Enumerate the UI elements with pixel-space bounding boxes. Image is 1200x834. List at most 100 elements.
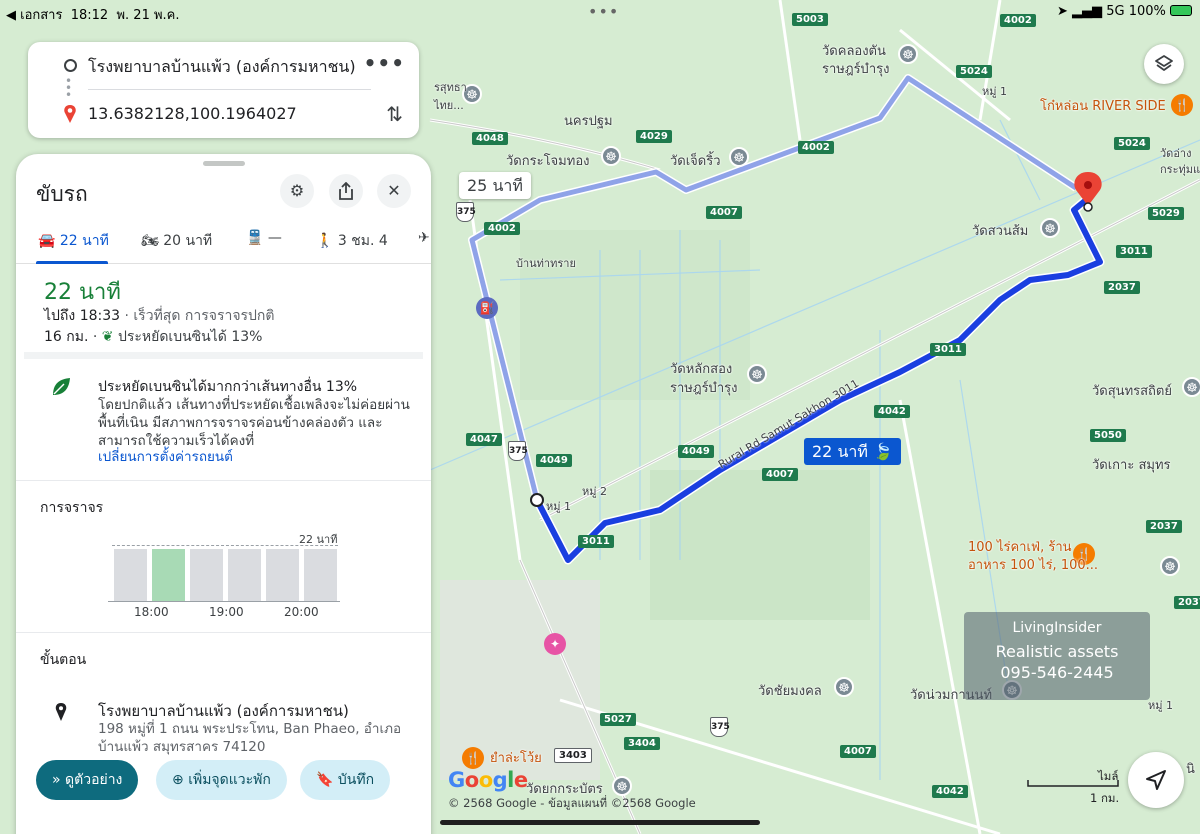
route-duration-label: 22 นาที (812, 442, 868, 461)
origin-field[interactable]: โรงพยาบาลบ้านแพ้ว (องค์การมหาชน) (88, 55, 356, 80)
tab-drive[interactable]: 🚘 22 นาที (38, 230, 109, 252)
temple-icon[interactable]: ☸ (1040, 218, 1060, 238)
preview-button[interactable]: » ดูตัวอย่าง (36, 760, 139, 800)
road-badge: 4047 (466, 433, 502, 446)
traffic-bar (228, 549, 261, 602)
gas-station-icon[interactable]: ⛽ (476, 297, 498, 319)
location-arrow-icon: ➤ (1057, 4, 1068, 19)
origin-marker[interactable] (530, 493, 544, 507)
travel-mode-tabs: 🚘 22 นาที 🏍 20 นาที 🚆 — 🚶 3 ชม. 4 ✈ (16, 218, 431, 264)
map-label: นครปฐม (564, 114, 613, 129)
tab-transit[interactable]: 🚆 — (246, 230, 282, 246)
traffic-chart (112, 546, 338, 602)
battery-icon (1170, 5, 1192, 16)
map-label: ยำล่ะโว้ย (490, 751, 542, 766)
map-attribution[interactable]: © 2568 Google - ข้อมูลแผนที่ ©2568 Googl… (448, 795, 696, 813)
save-button[interactable]: 🔖 บันทึก (300, 760, 391, 800)
temple-icon[interactable]: ☸ (1182, 377, 1200, 397)
arrival-info: ไปถึง 18:33 · เร็วที่สุด การจราจรปกติ (44, 305, 275, 327)
google-logo: Google (448, 768, 528, 792)
watermark: LivingInsider Realistic assets 095-546-2… (964, 612, 1150, 700)
road-badge: 4007 (840, 745, 876, 758)
road-badge: 4049 (678, 445, 714, 458)
layers-button[interactable] (1144, 44, 1184, 84)
map-label: วัดสวนส้ม (972, 224, 1029, 239)
navigation-arrow-icon (1146, 770, 1166, 790)
options-button[interactable]: ⚙ (280, 174, 314, 208)
connector-dots-icon: • • • (65, 74, 73, 102)
back-to-app-link[interactable]: ◀ เอกสาร (6, 8, 62, 23)
map-label: หมู่ 1 (546, 500, 571, 513)
section-divider (24, 352, 423, 359)
temple-icon[interactable]: ☸ (834, 677, 854, 697)
destination-field[interactable]: 13.6382128,100.1964027 (88, 104, 297, 123)
walking-icon: 🚶 (316, 233, 334, 249)
road-badge: 4007 (706, 206, 742, 219)
tab-flight[interactable]: ✈ (418, 230, 430, 246)
temple-icon[interactable]: ☸ (1160, 556, 1180, 576)
road-badge: 3011 (930, 343, 966, 356)
eco-description: โดยปกติแล้ว เส้นทางที่ประหยัดเชื้อเพลิงจ… (98, 397, 410, 449)
map-label: หมู่ 1 (1148, 699, 1173, 712)
traffic-bar (266, 549, 299, 602)
tab-walk[interactable]: 🚶 3 ชม. 4 (316, 230, 388, 252)
more-options-icon[interactable]: ••• (364, 51, 405, 75)
step-address: 198 หมู่ที่ 1 ถนน พระประโทน, Ban Phaeo, … (98, 721, 402, 755)
multitask-dots-icon[interactable]: ••• (588, 2, 619, 21)
road-badge: 2037 (1174, 596, 1200, 609)
alt-route-duration-callout[interactable]: 25 นาที (459, 172, 531, 199)
tab-walk-label: 3 ชม. 4 (337, 233, 388, 249)
traffic-bar (152, 549, 185, 602)
restaurant-icon[interactable]: 🍴 (1171, 94, 1193, 116)
highway-shield: 375 (508, 441, 528, 461)
panel-drag-handle[interactable] (203, 161, 245, 166)
origin-circle-icon (64, 59, 77, 72)
swap-directions-icon[interactable]: ⇅ (386, 102, 403, 126)
road-badge: 3011 (578, 535, 614, 548)
eco-title: ประหยัดเบนซินได้มากกว่าเส้นทางอื่น 13% (98, 379, 358, 395)
save-label: บันทึก (337, 772, 375, 788)
train-icon: 🚆 (246, 230, 264, 246)
temple-icon[interactable]: ☸ (601, 146, 621, 166)
scale-km-label: 1 กม. (1090, 791, 1120, 805)
recenter-button[interactable] (1128, 752, 1184, 808)
highway-shield: 375 (710, 717, 730, 737)
route-duration: 22 นาที (44, 280, 121, 305)
location-pin-icon (55, 703, 67, 721)
status-right: ➤ ▂▄▆ 5G 100% (1057, 4, 1192, 19)
temple-icon[interactable]: ☸ (747, 364, 767, 384)
tab-motorcycle[interactable]: 🏍 20 นาที (141, 230, 212, 252)
road-badge: 4042 (874, 405, 910, 418)
road-badge: 4048 (472, 132, 508, 145)
tab-drive-label: 22 นาที (59, 233, 109, 249)
motorcycle-icon: 🏍 (141, 233, 159, 249)
map-label: บ้านท่าทราย (516, 257, 576, 270)
map-label: หมู่ 1 (982, 85, 1007, 98)
route-distance: 16 กม. (44, 329, 89, 345)
arrival-time: ไปถึง 18:33 (44, 308, 121, 324)
fuel-saving: ประหยัดเบนซินได้ 13% (117, 329, 263, 345)
add-location-icon: ⊕ (172, 772, 184, 788)
attraction-icon[interactable]: ✦ (544, 633, 566, 655)
traffic-title: การจราจร (40, 500, 104, 516)
change-car-settings-link[interactable]: เปลี่ยนการตั้งค่ารถยนต์ (98, 445, 233, 467)
map-label: วัดเจ็ดริ้ว (670, 154, 721, 169)
route-duration-callout[interactable]: 22 นาที 🍃 (804, 438, 901, 465)
signal-icon: ▂▄▆ (1072, 4, 1103, 19)
preview-label: ดูตัวอย่าง (65, 772, 123, 788)
share-icon (339, 181, 353, 200)
close-button[interactable]: ✕ (377, 174, 411, 208)
temple-icon[interactable]: ☸ (898, 44, 918, 64)
temple-icon[interactable]: ☸ (612, 776, 632, 796)
share-button[interactable] (329, 174, 363, 208)
add-stop-button[interactable]: ⊕ เพิ่มจุดแวะพัก (156, 760, 287, 800)
road-badge: 2037 (1146, 520, 1182, 533)
map-label: หมู่ 2 (582, 485, 607, 498)
restaurant-icon[interactable]: 🍴 (462, 747, 484, 769)
temple-icon[interactable]: ☸ (729, 147, 749, 167)
eco-leaf-icon (53, 378, 70, 395)
home-indicator[interactable] (440, 820, 760, 825)
field-divider (88, 89, 371, 90)
traffic-bar (304, 549, 337, 602)
map-label: ไทย... (434, 99, 464, 112)
